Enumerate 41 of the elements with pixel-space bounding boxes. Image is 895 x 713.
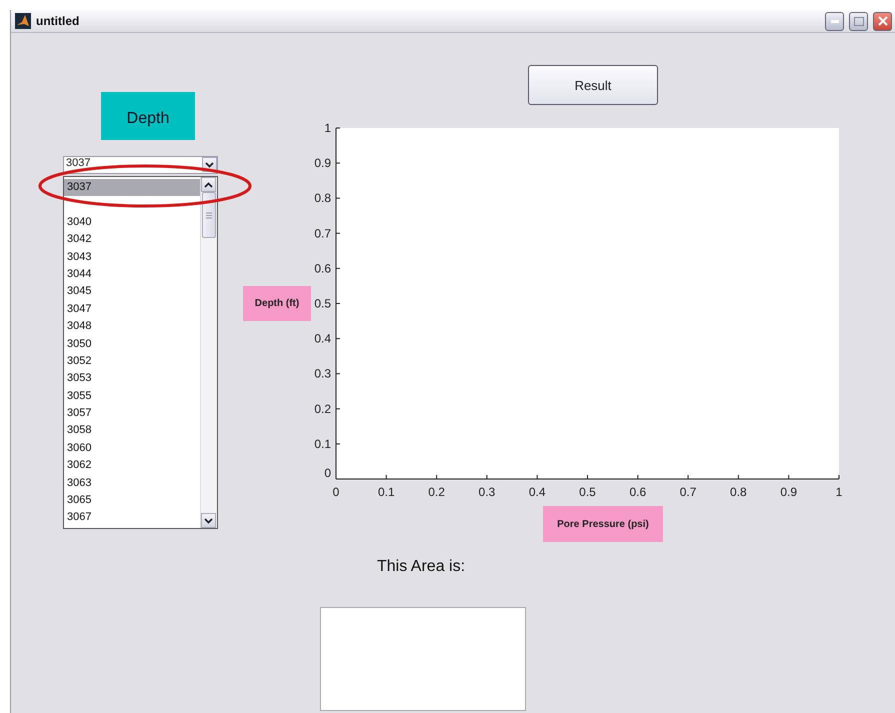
depth-listbox[interactable]: 3037 3040 3042 3043 3044 3045 3047 3048 3050 3052 3053 3055 3057 3058 3060 3062 3063 3065 3067 xyxy=(63,176,218,529)
y-tick-label: 0.2 xyxy=(314,402,331,416)
x-tick-label: 0.2 xyxy=(428,485,445,499)
y-tick-label: 0.1 xyxy=(314,436,331,451)
minimize-button[interactable] xyxy=(825,12,844,30)
depth-heading: Depth xyxy=(101,92,195,140)
list-item[interactable]: 3037 xyxy=(64,179,200,196)
x-axis-label: Pore Pressure (psi) xyxy=(543,506,663,542)
y-tick-label: 0 xyxy=(324,466,331,480)
y-tick-label: 0.8 xyxy=(314,191,331,206)
x-tick-label: 0.5 xyxy=(579,485,596,499)
x-tick-label: 0.4 xyxy=(528,485,546,499)
x-tick-label: 0.9 xyxy=(780,485,798,499)
x-tick-label: 0 xyxy=(332,485,340,499)
window-title: untitled xyxy=(36,14,80,28)
maximize-button[interactable] xyxy=(849,12,868,30)
x-tick-label: 1 xyxy=(836,485,842,499)
y-tick-label: 0.4 xyxy=(314,332,331,346)
result-button[interactable]: Result xyxy=(528,65,658,105)
y-tick-label: 0.7 xyxy=(314,226,331,240)
maximize-icon xyxy=(854,16,864,26)
scroll-down-icon xyxy=(204,518,213,524)
y-tick-label: 0.6 xyxy=(314,261,331,276)
scrollbar[interactable] xyxy=(200,177,217,528)
y-tick-label: 0.5 xyxy=(314,296,331,310)
y-tick-label: 0.9 xyxy=(314,156,331,170)
x-tick-label: 0.6 xyxy=(629,485,646,499)
y-tick-label: 0.3 xyxy=(314,366,331,381)
scroll-up-icon xyxy=(204,182,213,188)
x-tick-label: 0.8 xyxy=(730,485,747,499)
y-axis-label: Depth (ft) xyxy=(243,286,311,321)
area-caption: This Area is: xyxy=(377,558,466,576)
x-tick-label: 0.1 xyxy=(378,485,395,499)
close-button[interactable] xyxy=(873,12,892,30)
x-tick-label: 0.3 xyxy=(478,485,496,499)
y-tick-label: 1 xyxy=(324,121,331,135)
x-tick-label: 0.7 xyxy=(680,485,696,499)
app-icon xyxy=(15,13,31,29)
minimize-icon xyxy=(830,20,838,22)
grip-icon xyxy=(206,212,212,218)
close-icon xyxy=(878,16,888,26)
